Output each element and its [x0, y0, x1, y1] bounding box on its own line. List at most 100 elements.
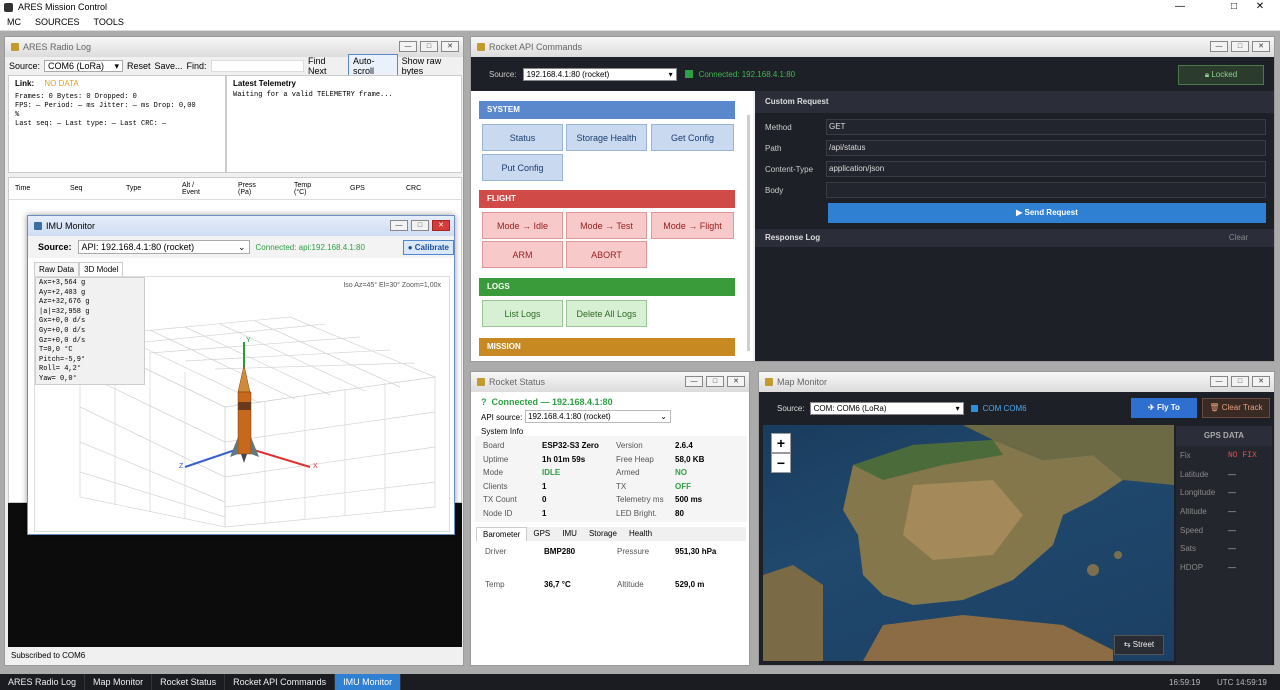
taskbar-item-radio-log[interactable]: ARES Radio Log [0, 674, 86, 690]
get-config-button[interactable]: Get Config [651, 124, 734, 151]
body-input[interactable] [826, 182, 1266, 198]
find-input[interactable] [210, 60, 305, 72]
imu-monitor-window: IMU Monitor — □ ✕ Source: API: 192.168.4.1… [27, 215, 455, 535]
close-icon[interactable]: ✕ [727, 376, 745, 387]
maximize-icon[interactable]: □ [1231, 376, 1249, 387]
info-value: 80 [675, 509, 684, 518]
show-raw-bytes-toggle[interactable]: Show raw bytes [402, 56, 461, 76]
imu-3d-view[interactable]: Y X Z Iso Az=45° El=30° Zoom=1,00x Ax=+3… [34, 276, 450, 532]
clear-track-button[interactable]: 🗑︎ Clear Track [1202, 398, 1270, 418]
column-header[interactable]: Press (Pa) [232, 182, 288, 196]
latest-telemetry-panel: Latest Telemetry Waiting for a valid TEL… [226, 75, 462, 173]
map-source-select[interactable]: COM: COM6 (LoRa) ▾ [809, 401, 964, 415]
minimize-icon[interactable]: — [1210, 41, 1228, 52]
abort-button[interactable]: ABORT [566, 241, 647, 268]
reset-button[interactable]: Reset [127, 61, 151, 71]
tab-gps[interactable]: GPS [527, 527, 556, 541]
delete-all-logs-button[interactable]: Delete All Logs [566, 300, 647, 327]
status-tabs: Barometer GPS IMU Storage Health [476, 527, 746, 541]
imu-source-select[interactable]: API: 192.168.4.1:80 (rocket) ⌄ [77, 240, 250, 254]
body-label: Body [765, 186, 784, 195]
column-header[interactable]: Alt / Event [176, 182, 232, 196]
source-label: Source: [777, 403, 805, 413]
tab-raw-data[interactable]: Raw Data [34, 262, 80, 276]
minimize-icon[interactable]: — [1210, 376, 1228, 387]
calibrate-button[interactable]: ● Calibrate [402, 239, 454, 255]
map-view[interactable]: + − ⇆ Street [763, 425, 1174, 661]
tab-storage[interactable]: Storage [583, 527, 623, 541]
put-config-button[interactable]: Put Config [482, 154, 563, 181]
zoom-out-button[interactable]: − [771, 453, 791, 473]
gps-row: Longitude — [1176, 483, 1272, 502]
column-header[interactable]: Seq [64, 185, 120, 192]
maximize-icon[interactable]: □ [411, 220, 429, 231]
api-source-select[interactable]: 192.168.4.1:80 (rocket) ▾ [522, 67, 677, 81]
path-input[interactable]: /api/status [826, 140, 1266, 156]
taskbar-item-rocket-status[interactable]: Rocket Status [152, 674, 226, 690]
tab-imu[interactable]: IMU [556, 527, 583, 541]
find-next-button[interactable]: Find Next [308, 56, 344, 76]
tab-3d-model[interactable]: 3D Model [79, 262, 124, 276]
minimize-icon[interactable]: — [685, 376, 703, 387]
maximize-icon[interactable]: □ [420, 41, 438, 52]
close-icon[interactable]: ✕ [1252, 376, 1270, 387]
mode-test-button[interactable]: Mode → Test [566, 212, 647, 239]
menu-sources[interactable]: SOURCES [28, 17, 87, 27]
menu-tools[interactable]: TOOLS [87, 17, 131, 27]
api-source-select[interactable]: 192.168.4.1:80 (rocket) ⌄ [525, 410, 671, 423]
info-value: 0 [542, 495, 547, 505]
content-type-input[interactable]: application/json [826, 161, 1266, 177]
tab-barometer[interactable]: Barometer [476, 527, 528, 541]
method-input[interactable]: GET [826, 119, 1266, 135]
minimize-window-icon[interactable]: — [1160, 0, 1200, 14]
api-toolbar: Source: 192.168.4.1:80 (rocket) ▾ Connect… [471, 57, 1274, 91]
minimize-icon[interactable]: — [390, 220, 408, 231]
minimize-icon[interactable]: — [399, 41, 417, 52]
source-value: COM6 (LoRa) [48, 61, 105, 71]
fly-to-button[interactable]: ✈ Fly To [1131, 398, 1197, 418]
close-icon[interactable]: ✕ [441, 41, 459, 52]
save-button[interactable]: Save... [155, 61, 183, 71]
maximize-icon[interactable]: □ [1231, 41, 1249, 52]
taskbar-item-imu-monitor[interactable]: IMU Monitor [335, 674, 402, 690]
connected-text: Connected — 192.168.4.1:80 [491, 397, 613, 407]
clear-log-button[interactable]: Clear [1229, 229, 1248, 247]
column-header[interactable]: GPS [344, 185, 400, 192]
status-button[interactable]: Status [482, 124, 563, 151]
arm-button[interactable]: ARM [482, 241, 563, 268]
menu-mc[interactable]: MC [0, 17, 28, 27]
column-header[interactable]: Temp (°C) [288, 182, 344, 196]
list-logs-button[interactable]: List Logs [482, 300, 563, 327]
close-icon[interactable]: ✕ [432, 220, 450, 231]
mode-flight-button[interactable]: Mode → Flight [651, 212, 734, 239]
api-titlebar[interactable]: Rocket API Commands — □ ✕ [471, 37, 1274, 57]
imu-connection-status: Connected: api:192.168.4.1:80 [255, 242, 365, 252]
status-titlebar[interactable]: Rocket Status — □ ✕ [471, 372, 749, 392]
source-select[interactable]: COM6 (LoRa) ▾ [44, 60, 123, 72]
send-request-button[interactable]: ▶ Send Request [828, 203, 1266, 223]
column-header[interactable]: Time [9, 185, 64, 192]
info-value: 1 [542, 481, 547, 491]
group-header-logs: LOGS [479, 278, 735, 296]
storage-health-button[interactable]: Storage Health [566, 124, 647, 151]
street-layer-button[interactable]: ⇆ Street [1114, 635, 1164, 655]
close-icon[interactable]: ✕ [1252, 41, 1270, 52]
column-header[interactable]: CRC [400, 185, 456, 192]
map-titlebar[interactable]: Map Monitor — □ ✕ [759, 372, 1274, 392]
group-header-mission: MISSION [479, 338, 735, 356]
system-info-grid [475, 436, 747, 522]
imu-titlebar[interactable]: IMU Monitor — □ ✕ [28, 216, 454, 236]
mode-idle-button[interactable]: Mode → Idle [482, 212, 563, 239]
taskbar-item-api-commands[interactable]: Rocket API Commands [225, 674, 336, 690]
tab-health[interactable]: Health [623, 527, 658, 541]
locked-button[interactable]: 🔒︎ Locked [1178, 65, 1264, 85]
scrollbar[interactable] [747, 115, 750, 351]
zoom-in-button[interactable]: + [771, 433, 791, 453]
column-header[interactable]: Type [120, 185, 176, 192]
maximize-icon[interactable]: □ [706, 376, 724, 387]
info-label: Node ID [483, 509, 513, 518]
connection-indicator [684, 70, 693, 78]
taskbar-item-map-monitor[interactable]: Map Monitor [85, 674, 153, 690]
chevron-down-icon: ▾ [955, 403, 960, 413]
close-window-icon[interactable]: ✕ [1240, 0, 1280, 14]
